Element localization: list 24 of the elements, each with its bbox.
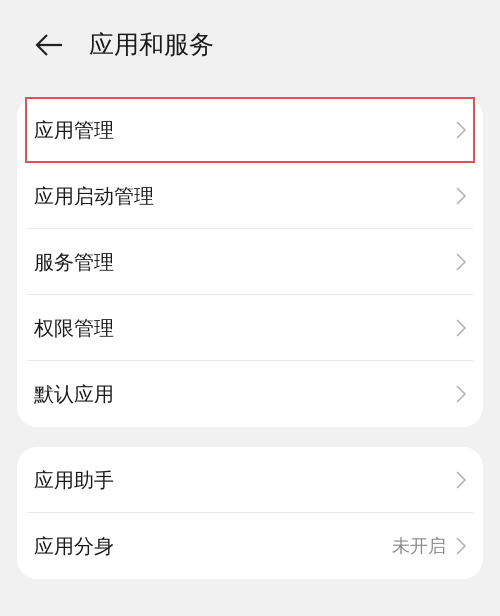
settings-row[interactable]: 应用管理 bbox=[25, 97, 475, 163]
settings-row[interactable]: 权限管理 bbox=[27, 295, 473, 361]
chevron-icon bbox=[456, 252, 466, 270]
row-value: 未开启 bbox=[392, 534, 446, 558]
chevron-icon bbox=[456, 318, 466, 336]
chevron-icon bbox=[456, 537, 466, 555]
chevron-icon bbox=[456, 470, 466, 488]
row-label: 权限管理 bbox=[34, 314, 115, 342]
page-title: 应用和服务 bbox=[89, 29, 214, 62]
back-icon[interactable] bbox=[34, 33, 64, 57]
row-label: 应用启动管理 bbox=[34, 182, 155, 210]
settings-row[interactable]: 默认应用 bbox=[27, 361, 473, 427]
settings-row[interactable]: 应用助手 bbox=[27, 447, 473, 513]
settings-row[interactable]: 应用启动管理 bbox=[27, 163, 473, 229]
settings-row[interactable]: 服务管理 bbox=[27, 229, 473, 295]
settings-row[interactable]: 应用分身 未开启 bbox=[27, 513, 473, 579]
chevron-icon bbox=[456, 186, 466, 204]
row-label: 应用分身 bbox=[34, 533, 115, 560]
row-label: 服务管理 bbox=[34, 248, 115, 276]
row-label: 应用管理 bbox=[34, 117, 115, 144]
row-label: 应用助手 bbox=[34, 466, 115, 494]
chevron-icon bbox=[456, 121, 466, 139]
chevron-icon bbox=[456, 385, 466, 403]
row-label: 默认应用 bbox=[34, 381, 115, 408]
